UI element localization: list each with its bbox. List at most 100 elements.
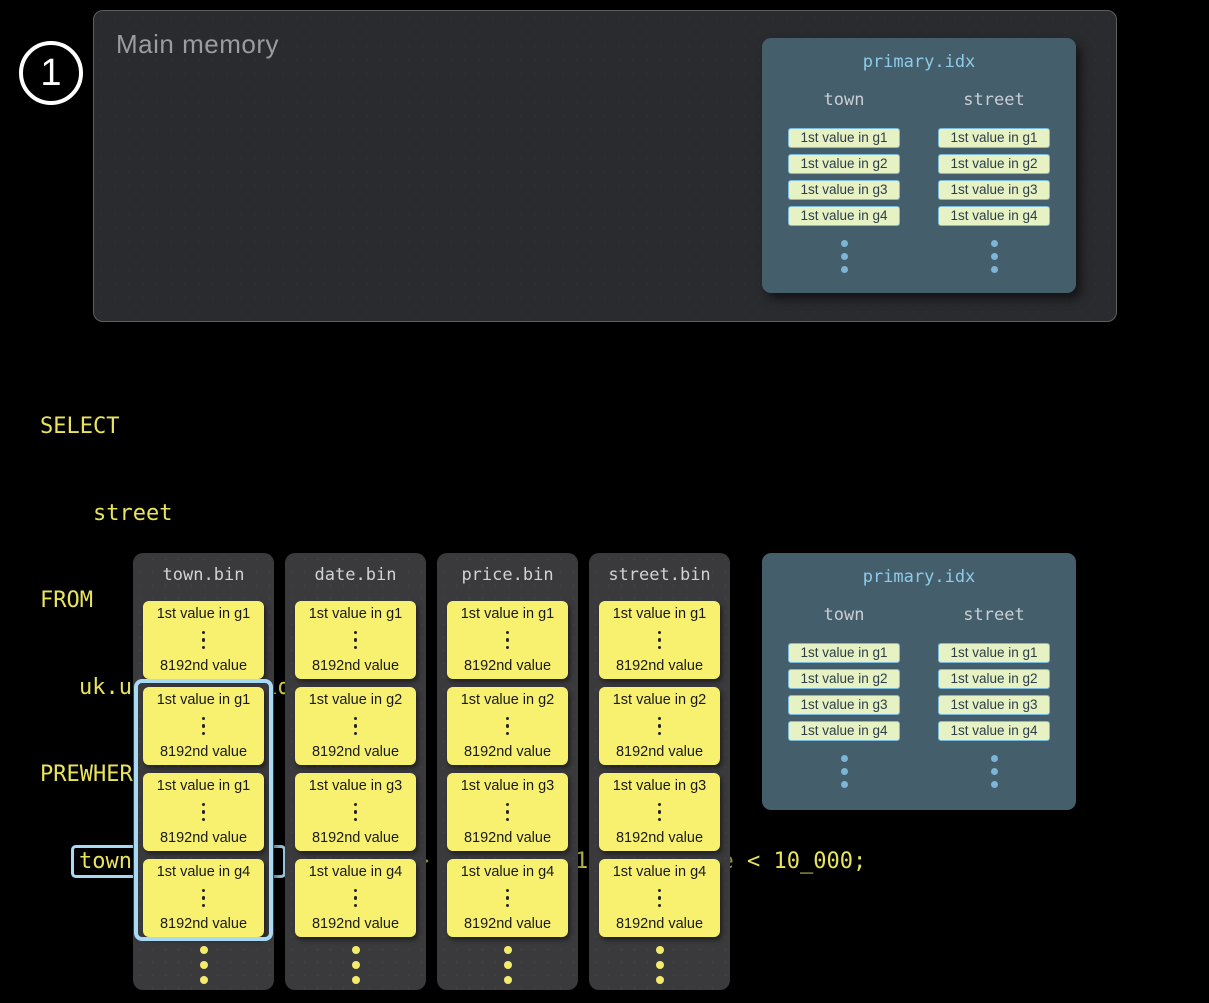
more-entries-ellipsis-icon [991, 755, 998, 788]
granule-block: 1st value in g4 8192nd value [295, 859, 416, 937]
granule-block: 1st value in g1 8192nd value [295, 601, 416, 679]
index-entry: 1st value in g1 [788, 643, 900, 663]
granule-block: 1st value in g4 8192nd value [599, 859, 720, 937]
bin-file-title: town.bin [133, 565, 274, 587]
ellipsis-icon [354, 889, 358, 908]
ellipsis-icon [506, 717, 510, 736]
granule-last-value: 8192nd value [160, 744, 247, 760]
granule-block: 1st value in g4 8192nd value [447, 859, 568, 937]
bin-file-date: date.bin 1st value in g1 8192nd value 1s… [285, 553, 426, 990]
ellipsis-icon [202, 717, 206, 736]
ellipsis-icon [658, 803, 662, 822]
index-column-header: town [824, 605, 865, 629]
primary-index-columns: town 1st value in g1 1st value in g2 1st… [762, 90, 1076, 273]
granule-last-value: 8192nd value [312, 744, 399, 760]
index-entry: 1st value in g1 [788, 128, 900, 148]
ellipsis-icon [354, 717, 358, 736]
ellipsis-icon [658, 889, 662, 908]
more-entries-ellipsis-icon [991, 240, 998, 273]
bin-file-town: town.bin 1st value in g1 8192nd value 1s… [133, 553, 274, 990]
granule-first-value: 1st value in g4 [309, 864, 403, 880]
granule-block: 1st value in g3 8192nd value [599, 773, 720, 851]
index-entry: 1st value in g2 [938, 669, 1050, 689]
granule-block: 1st value in g1 8192nd value [143, 687, 264, 765]
primary-index-title: primary.idx [762, 52, 1076, 74]
ellipsis-icon [202, 631, 206, 650]
index-column-town: town 1st value in g1 1st value in g2 1st… [788, 90, 900, 273]
ellipsis-icon [202, 889, 206, 908]
main-memory-title: Main memory [116, 29, 279, 60]
index-column-street: street 1st value in g1 1st value in g2 1… [938, 605, 1050, 788]
granule-last-value: 8192nd value [160, 916, 247, 932]
bin-file-street: street.bin 1st value in g1 8192nd value … [589, 553, 730, 990]
granule-last-value: 8192nd value [312, 658, 399, 674]
granule-first-value: 1st value in g1 [309, 606, 403, 622]
more-granules-ellipsis-icon [437, 946, 578, 984]
primary-index-panel-memory: primary.idx town 1st value in g1 1st val… [762, 38, 1076, 293]
more-entries-ellipsis-icon [841, 755, 848, 788]
sql-select-column: street [40, 499, 866, 528]
ellipsis-icon [658, 631, 662, 650]
granule-last-value: 8192nd value [464, 830, 551, 846]
granule-first-value: 1st value in g3 [461, 778, 555, 794]
index-entry: 1st value in g3 [788, 695, 900, 715]
granule-last-value: 8192nd value [464, 916, 551, 932]
bin-file-price: price.bin 1st value in g1 8192nd value 1… [437, 553, 578, 990]
index-entry: 1st value in g3 [788, 180, 900, 200]
granule-last-value: 8192nd value [464, 744, 551, 760]
more-granules-ellipsis-icon [589, 946, 730, 984]
primary-index-title: primary.idx [762, 567, 1076, 589]
index-column-header: town [824, 90, 865, 114]
index-entry: 1st value in g2 [788, 154, 900, 174]
granule-first-value: 1st value in g1 [157, 778, 251, 794]
granule-block: 1st value in g2 8192nd value [447, 687, 568, 765]
index-entry: 1st value in g1 [938, 128, 1050, 148]
index-entry: 1st value in g4 [938, 721, 1050, 741]
granule-block: 1st value in g2 8192nd value [295, 687, 416, 765]
granule-first-value: 1st value in g1 [157, 692, 251, 708]
index-entry: 1st value in g2 [938, 154, 1050, 174]
granule-last-value: 8192nd value [464, 658, 551, 674]
index-column-header: street [963, 605, 1024, 629]
granule-last-value: 8192nd value [616, 830, 703, 846]
primary-index-panel-disk: primary.idx town 1st value in g1 1st val… [762, 553, 1076, 810]
ellipsis-icon [354, 631, 358, 650]
granule-block: 1st value in g2 8192nd value [599, 687, 720, 765]
bin-file-title: street.bin [589, 565, 730, 587]
primary-index-columns: town 1st value in g1 1st value in g2 1st… [762, 605, 1076, 788]
ellipsis-icon [202, 803, 206, 822]
granule-first-value: 1st value in g1 [613, 606, 707, 622]
more-granules-ellipsis-icon [285, 946, 426, 984]
diagram-stage: 1 Main memory primary.idx town 1st value… [0, 0, 1209, 1003]
granule-block: 1st value in g1 8192nd value [599, 601, 720, 679]
granule-first-value: 1st value in g3 [309, 778, 403, 794]
more-granules-ellipsis-icon [133, 946, 274, 984]
granule-first-value: 1st value in g4 [461, 864, 555, 880]
ellipsis-icon [354, 803, 358, 822]
granule-last-value: 8192nd value [616, 658, 703, 674]
step-number: 1 [40, 52, 61, 95]
granule-first-value: 1st value in g2 [613, 692, 707, 708]
granule-last-value: 8192nd value [616, 744, 703, 760]
granule-first-value: 1st value in g4 [157, 864, 251, 880]
bin-file-title: date.bin [285, 565, 426, 587]
ellipsis-icon [506, 631, 510, 650]
more-entries-ellipsis-icon [841, 240, 848, 273]
index-column-town: town 1st value in g1 1st value in g2 1st… [788, 605, 900, 788]
index-entry: 1st value in g3 [938, 180, 1050, 200]
granule-first-value: 1st value in g1 [157, 606, 251, 622]
granule-last-value: 8192nd value [160, 830, 247, 846]
granule-first-value: 1st value in g2 [461, 692, 555, 708]
step-number-badge: 1 [19, 41, 83, 105]
granule-first-value: 1st value in g4 [613, 864, 707, 880]
granule-first-value: 1st value in g3 [613, 778, 707, 794]
granule-first-value: 1st value in g1 [461, 606, 555, 622]
index-entry: 1st value in g3 [938, 695, 1050, 715]
bin-file-title: price.bin [437, 565, 578, 587]
index-column-street: street 1st value in g1 1st value in g2 1… [938, 90, 1050, 273]
granule-last-value: 8192nd value [312, 916, 399, 932]
granule-first-value: 1st value in g2 [309, 692, 403, 708]
granule-last-value: 8192nd value [616, 916, 703, 932]
ellipsis-icon [506, 889, 510, 908]
granule-last-value: 8192nd value [160, 658, 247, 674]
